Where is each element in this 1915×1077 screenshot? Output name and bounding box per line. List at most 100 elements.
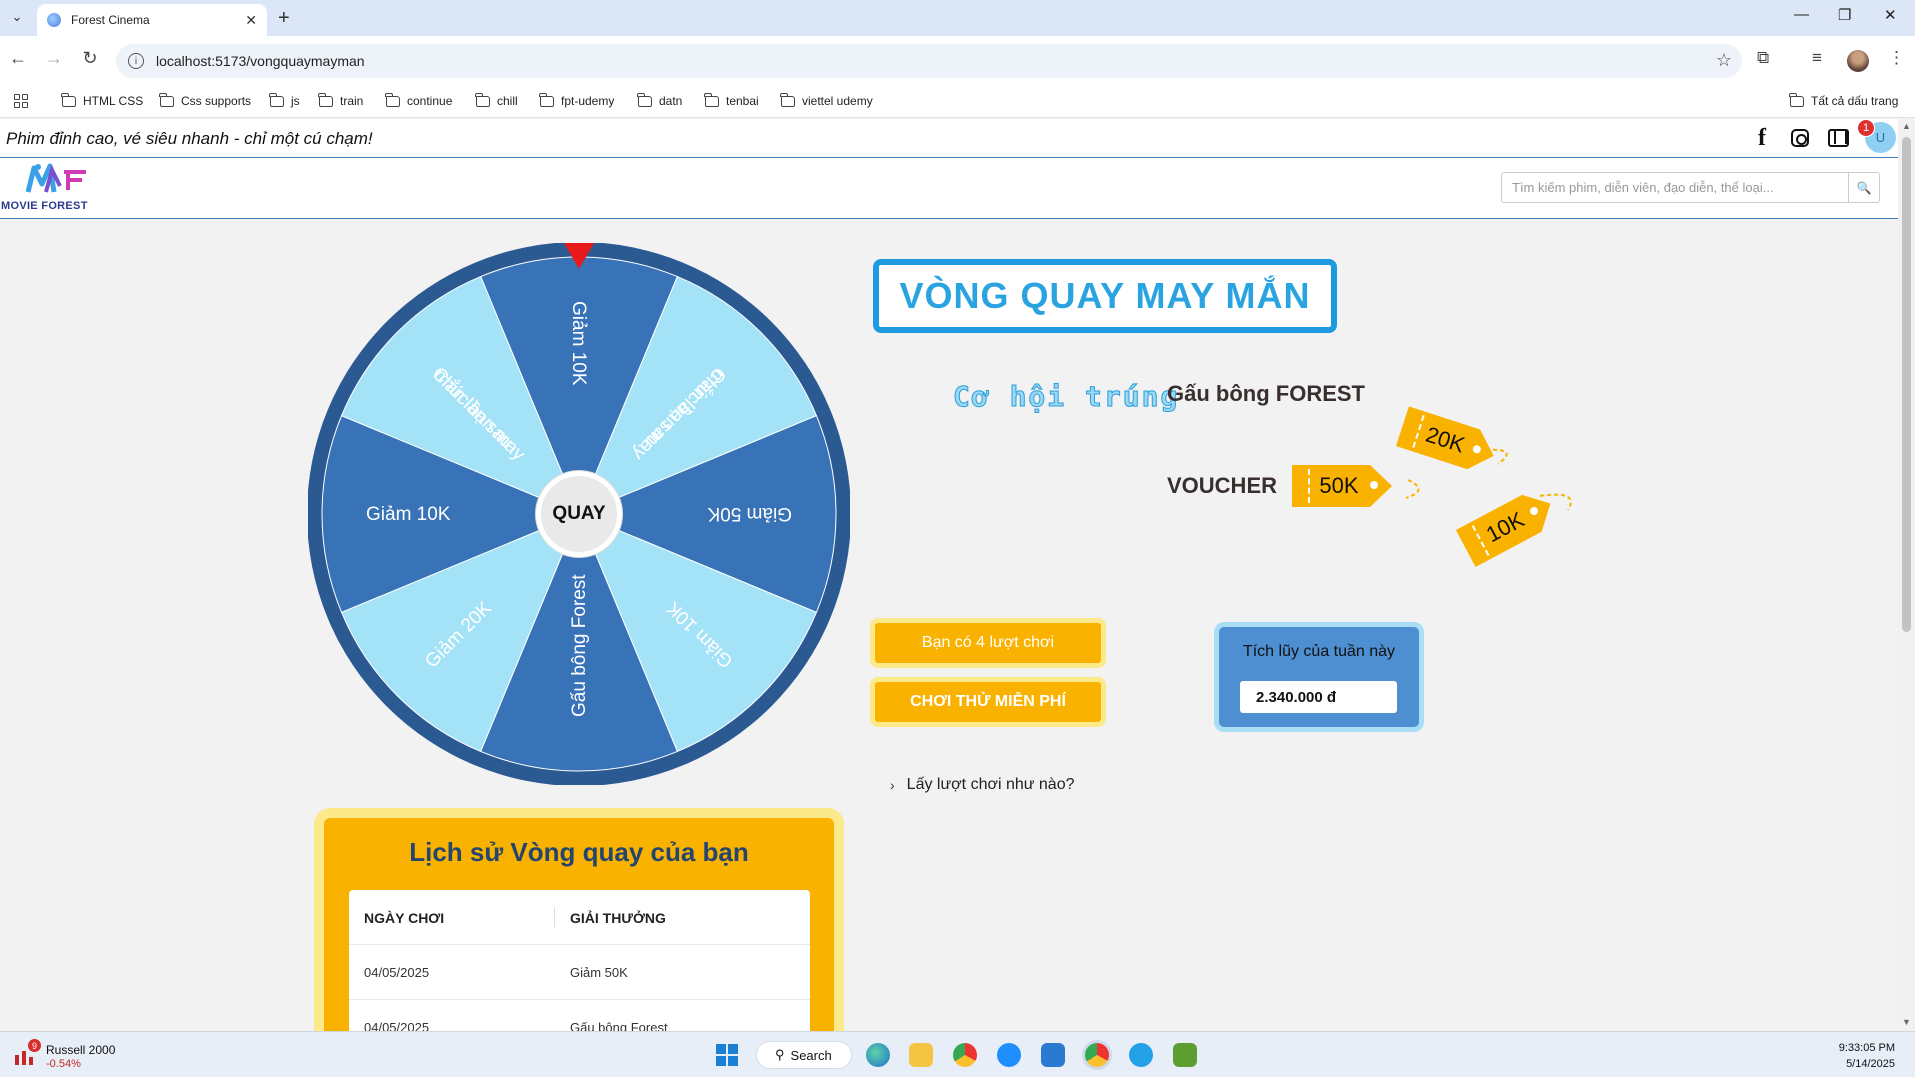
- vscode-icon[interactable]: [1041, 1043, 1065, 1067]
- facebook-icon[interactable]: f: [1758, 125, 1766, 152]
- bookmarks-bar: HTML CSS Css supports js train continue …: [0, 86, 1915, 118]
- reload-icon[interactable]: ↻: [78, 48, 102, 69]
- column-header: NGÀY CHƠI: [364, 910, 445, 926]
- system-clock[interactable]: 9:33:05 PM 5/14/2025: [1839, 1040, 1895, 1072]
- history-title: Lịch sử Vòng quay của bạn: [409, 837, 749, 867]
- history-table: NGÀY CHƠI GIẢI THƯỞNG 04/05/2025 Giảm 50…: [349, 890, 810, 1055]
- bookmark-label: datn: [659, 94, 683, 108]
- browser-tab-bar: ⌄ Forest Cinema ✕ + — ❐ ✕: [0, 0, 1915, 36]
- forward-icon[interactable]: →: [42, 48, 66, 69]
- tab-close-icon[interactable]: ✕: [245, 12, 257, 29]
- new-tab-icon[interactable]: +: [278, 7, 290, 30]
- folder-icon: [780, 92, 795, 107]
- scroll-thumb[interactable]: [1902, 137, 1911, 632]
- search-box: 🔍: [1501, 172, 1880, 203]
- weekly-accumulation-card: Tích lũy của tuần này 2.340.000 đ: [1214, 622, 1424, 732]
- notification-badge: 1: [1857, 119, 1875, 137]
- bookmark-label: fpt-udemy: [561, 94, 615, 108]
- extensions-icon[interactable]: ⧉: [1757, 48, 1769, 68]
- plays-left-button[interactable]: Bạn có 4 lượt chơi: [870, 618, 1106, 668]
- site-info-icon[interactable]: i: [128, 53, 144, 69]
- stock-name: Russell 2000: [46, 1043, 116, 1057]
- search-input[interactable]: [1502, 173, 1848, 202]
- app-icon[interactable]: [1129, 1043, 1153, 1067]
- all-bookmarks[interactable]: Tất cả dấu trang: [1789, 92, 1899, 108]
- bookmark-label: js: [291, 94, 300, 108]
- play-date: 04/05/2025: [364, 965, 430, 980]
- restore-icon[interactable]: ❐: [1838, 6, 1851, 24]
- bookmark-label: viettel udemy: [802, 94, 873, 108]
- bookmark-label: HTML CSS: [83, 94, 144, 108]
- apps-grid-icon[interactable]: [14, 94, 28, 108]
- windows-taskbar: 9 Russell 2000 -0.54% ⚲ Search 9:33:05 P…: [0, 1031, 1915, 1077]
- site-favicon-icon: [47, 13, 61, 27]
- prize: Giảm 50K: [570, 965, 628, 980]
- bookmark-folder[interactable]: fpt-udemy: [539, 92, 615, 108]
- chance-label: Cơ hội trúng: [952, 380, 1180, 414]
- search-icon[interactable]: 🔍: [1848, 173, 1879, 202]
- bookmark-star-icon[interactable]: ☆: [1716, 50, 1732, 71]
- browser-toolbar: ← → ↻ i localhost:5173/vongquaymayman ☆ …: [0, 36, 1915, 86]
- address-bar[interactable]: i localhost:5173/vongquaymayman ☆: [116, 44, 1742, 78]
- folder-icon: [159, 92, 174, 107]
- scroll-down-icon[interactable]: ▼: [1902, 1017, 1911, 1027]
- app-icon[interactable]: [1173, 1043, 1197, 1067]
- folder-icon: [269, 92, 284, 107]
- column-header: GIẢI THƯỞNG: [570, 910, 666, 926]
- scroll-up-icon[interactable]: ▲: [1902, 121, 1911, 131]
- bookmark-folder[interactable]: HTML CSS: [61, 92, 144, 108]
- bookmark-folder[interactable]: continue: [385, 92, 453, 108]
- wheel-segment-label-group: Gấu bông Forest: [569, 574, 590, 717]
- browser-tab[interactable]: Forest Cinema ✕: [37, 4, 267, 36]
- zalo-icon[interactable]: [997, 1043, 1021, 1067]
- chrome-active-icon[interactable]: [1085, 1043, 1109, 1067]
- movie-forest-logo[interactable]: [24, 162, 94, 198]
- back-icon[interactable]: ←: [6, 48, 30, 69]
- bookmark-folder[interactable]: chill: [475, 92, 518, 108]
- bookmark-folder[interactable]: tenbai: [704, 92, 759, 108]
- folder-icon: [539, 92, 554, 107]
- stock-badge: 9: [28, 1039, 41, 1052]
- taskbar-search[interactable]: ⚲ Search: [756, 1041, 852, 1069]
- bookmark-label: continue: [407, 94, 453, 108]
- wheel-segment-label: Gấu bông Forest: [569, 574, 590, 717]
- table-header-row: NGÀY CHƠI GIẢI THƯỞNG: [349, 890, 810, 945]
- bookmark-folder[interactable]: viettel udemy: [780, 92, 873, 108]
- minimize-icon[interactable]: —: [1794, 6, 1809, 23]
- file-explorer-icon[interactable]: [909, 1043, 933, 1067]
- bookmark-folder[interactable]: js: [269, 92, 300, 108]
- url-text[interactable]: localhost:5173/vongquaymayman: [156, 53, 365, 69]
- bookmark-folder[interactable]: train: [318, 92, 363, 108]
- how-to-get-plays[interactable]: › Lấy lượt chơi như nào?: [890, 776, 1075, 794]
- wheel-segment-label-group: Giảm 50K: [707, 503, 792, 524]
- accumulation-title: Tích lũy của tuần này: [1242, 643, 1396, 660]
- search-icon: ⚲: [775, 1047, 785, 1062]
- page-scrollbar[interactable]: ▲ ▼: [1898, 119, 1915, 1031]
- bookmark-folder[interactable]: datn: [637, 92, 683, 108]
- tab-title: Forest Cinema: [71, 13, 150, 27]
- stock-widget[interactable]: 9 Russell 2000 -0.54%: [14, 1039, 134, 1071]
- wheel-segment-label: Giảm 50K: [707, 503, 792, 524]
- bookmark-folder[interactable]: Css supports: [159, 92, 251, 108]
- wheel-segment-label: Giảm 10K: [366, 504, 451, 525]
- logo-text: MOVIE FOREST: [1, 200, 88, 212]
- media-control-icon[interactable]: ≡: [1812, 48, 1822, 68]
- tab-list-chevron-icon[interactable]: ⌄: [6, 6, 28, 28]
- edge-icon[interactable]: [866, 1043, 890, 1067]
- tag-label: 50K: [1319, 473, 1359, 498]
- clock-date: 5/14/2025: [1846, 1058, 1895, 1070]
- free-play-button[interactable]: CHƠI THỬ MIỄN PHÍ: [870, 677, 1106, 727]
- wheel-segment-label-group: Giảm 10K: [366, 504, 451, 525]
- menu-kebab-icon[interactable]: ⋮: [1888, 48, 1905, 68]
- profile-avatar[interactable]: [1847, 50, 1869, 72]
- chrome-icon[interactable]: [953, 1043, 977, 1067]
- windows-start-icon[interactable]: [716, 1044, 738, 1066]
- bookmark-label: Tất cả dấu trang: [1811, 94, 1899, 108]
- voucher-label: VOUCHER: [1167, 473, 1278, 498]
- spin-button[interactable]: QUAY: [536, 471, 622, 557]
- accumulation-value: 2.340.000 đ: [1240, 681, 1397, 713]
- film-icon[interactable]: [1828, 129, 1849, 147]
- instagram-icon[interactable]: [1791, 129, 1809, 147]
- tag-strings-decoration: [1405, 448, 1572, 511]
- close-window-icon[interactable]: ✕: [1884, 6, 1897, 24]
